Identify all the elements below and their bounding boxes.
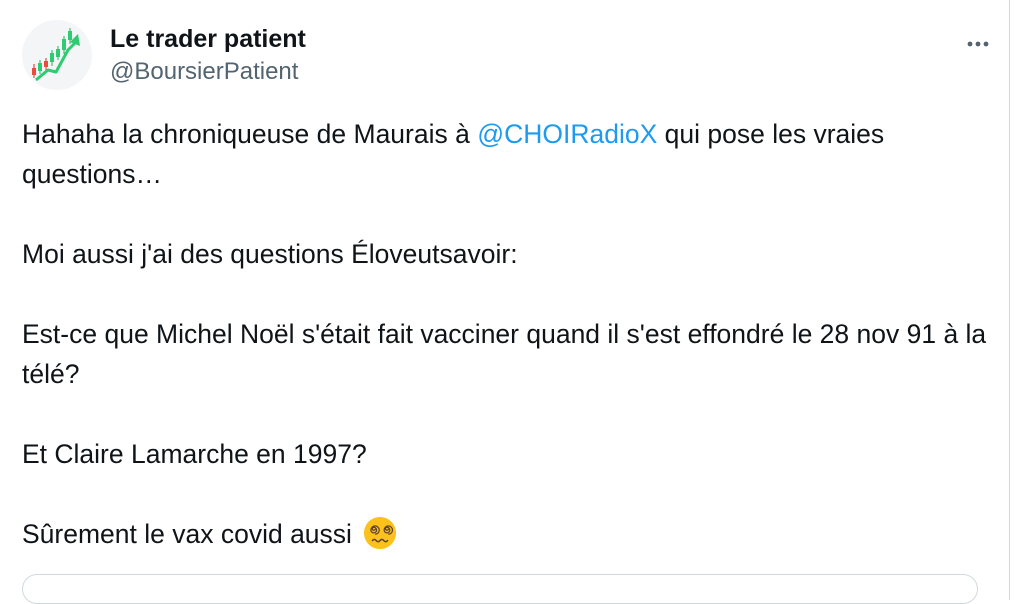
tweet-paragraph: Sûrement le vax covid aussi <box>22 514 992 554</box>
tweet-paragraph: Est-ce que Michel Noël s'était fait vacc… <box>22 319 987 389</box>
more-button[interactable] <box>960 26 996 62</box>
author-handle[interactable]: @BoursierPatient <box>110 56 306 88</box>
mention-link[interactable]: @CHOIRadioX <box>477 119 657 149</box>
tweet-paragraph: Et Claire Lamarche en 1997? <box>22 439 367 469</box>
rising-stock-chart-avatar-icon <box>22 20 92 90</box>
face-with-spiral-eyes-icon <box>364 516 397 550</box>
media-card-edge[interactable] <box>22 574 978 604</box>
tweet-text-segment: Hahaha la chroniqueuse de Maurais à <box>22 119 478 149</box>
author-block: Le trader patient @BoursierPatient <box>110 22 306 88</box>
tweet-header: Le trader patient @BoursierPatient <box>22 20 1002 92</box>
tweet-paragraph: Hahaha la chroniqueuse de Maurais à @CHO… <box>22 114 992 194</box>
avatar[interactable] <box>22 20 92 90</box>
tweet-container: Le trader patient @BoursierPatient Hahah… <box>0 0 1010 604</box>
tweet-paragraph: Moi aussi j'ai des questions Éloveutsavo… <box>22 239 518 269</box>
more-horizontal-icon <box>967 41 989 47</box>
tweet-text: Hahaha la chroniqueuse de Maurais à @CHO… <box>22 114 992 554</box>
author-display-name[interactable]: Le trader patient <box>110 22 306 56</box>
tweet-text-segment: Sûrement le vax covid aussi <box>22 519 352 549</box>
